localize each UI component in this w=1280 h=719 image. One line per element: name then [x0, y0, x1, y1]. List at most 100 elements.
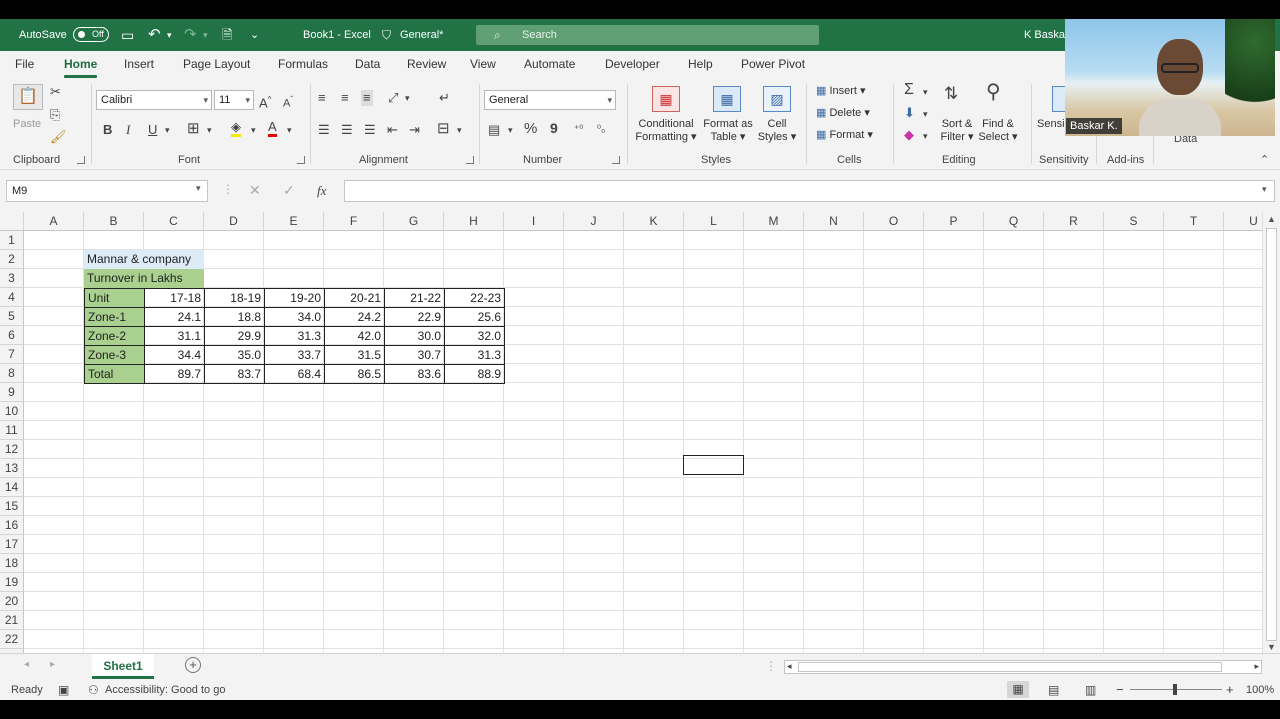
vertical-scroll-thumb[interactable]	[1266, 228, 1277, 641]
decrease-decimal-icon[interactable]: ⁰₀	[597, 122, 605, 138]
row-header-20[interactable]: 20	[0, 592, 24, 611]
format-as-table-icon[interactable]: ▦	[713, 86, 741, 112]
column-header-o[interactable]: O	[864, 212, 924, 231]
wrap-text-icon[interactable]: ↵	[439, 90, 450, 106]
expand-formula-bar-icon[interactable]: ▾	[1262, 184, 1267, 195]
value-cell[interactable]: 25.6	[444, 307, 505, 327]
user-name[interactable]: K Baskar	[1024, 19, 1069, 51]
undo-icon[interactable]: ↶	[148, 19, 161, 51]
zoom-in-icon[interactable]: +	[1226, 682, 1234, 697]
row-header-7[interactable]: 7	[0, 345, 24, 364]
sensitivity-icon[interactable]	[1052, 86, 1066, 112]
column-header-l[interactable]: L	[684, 212, 744, 231]
column-header-e[interactable]: E	[264, 212, 324, 231]
clear-dropdown-icon[interactable]: ▾	[923, 128, 928, 144]
autosum-icon[interactable]: Σ	[904, 82, 914, 98]
insert-cells-button[interactable]: ▦ Insert ▾	[816, 85, 866, 98]
save-icon[interactable]: ▭	[121, 19, 134, 51]
macro-record-icon[interactable]: ▣	[58, 683, 69, 697]
decrease-indent-icon[interactable]: ⇤	[387, 122, 398, 138]
value-cell[interactable]: 86.5	[324, 364, 385, 384]
enter-icon[interactable]: ✓	[283, 182, 295, 199]
accessibility-icon[interactable]: ⚇	[88, 683, 99, 697]
value-cell[interactable]: 42.0	[324, 326, 385, 346]
quick-access-doc-icon[interactable]: 🗎	[222, 19, 232, 51]
value-cell[interactable]: 34.0	[264, 307, 325, 327]
align-left-icon[interactable]: ☰	[318, 122, 330, 138]
delete-cells-button[interactable]: ▦ Delete ▾	[816, 107, 870, 120]
row-header-13[interactable]: 13	[0, 459, 24, 478]
row-header-14[interactable]: 14	[0, 478, 24, 497]
select-all-corner[interactable]	[0, 212, 24, 231]
value-cell[interactable]: 83.6	[384, 364, 445, 384]
column-header-p[interactable]: P	[924, 212, 984, 231]
copy-icon[interactable]: ⎘	[50, 107, 60, 123]
sort-filter-button[interactable]: Sort & Filter ▾	[937, 118, 977, 144]
cell-styles-button[interactable]: Cell Styles ▾	[754, 118, 800, 144]
comma-style-button[interactable]: 9	[550, 120, 558, 136]
active-cell-m13[interactable]	[683, 455, 744, 475]
row-header-6[interactable]: 6	[0, 326, 24, 345]
row-header-1[interactable]: 1	[0, 231, 24, 250]
column-header-g[interactable]: G	[384, 212, 444, 231]
row-header-10[interactable]: 10	[0, 402, 24, 421]
value-cell[interactable]: 35.0	[204, 345, 265, 365]
row-header-19[interactable]: 19	[0, 573, 24, 592]
fill-color-icon[interactable]: ◈	[231, 120, 241, 137]
row-label-cell[interactable]: Total	[84, 364, 145, 384]
vertical-scrollbar[interactable]: ▲ ▼	[1262, 212, 1280, 653]
zoom-level[interactable]: 100%	[1246, 684, 1274, 696]
cell-b2-title[interactable]: Mannar & company	[84, 250, 204, 270]
formula-input[interactable]	[344, 180, 1275, 202]
header-cell[interactable]: 20-21	[324, 288, 385, 308]
insert-function-button[interactable]: fx	[317, 183, 326, 199]
row-header-3[interactable]: 3	[0, 269, 24, 288]
decrease-font-icon[interactable]: Aˇ	[283, 92, 293, 112]
tab-file[interactable]: File	[15, 57, 34, 71]
value-cell[interactable]: 89.7	[144, 364, 205, 384]
increase-decimal-icon[interactable]: ⁺⁰	[574, 122, 583, 138]
merge-center-icon[interactable]: ⊟	[437, 121, 450, 137]
row-header-15[interactable]: 15	[0, 497, 24, 516]
find-select-icon[interactable]: ⚲	[986, 82, 1001, 102]
format-painter-icon[interactable]: 🖌	[50, 129, 67, 145]
collapse-ribbon-icon[interactable]: ⌃	[1260, 152, 1269, 168]
accounting-dropdown-icon[interactable]: ▾	[508, 122, 513, 138]
bold-button[interactable]: B	[103, 122, 112, 138]
autosave-toggle[interactable]: Off	[73, 27, 109, 42]
paste-icon[interactable]: 📋	[13, 84, 43, 110]
format-cells-button[interactable]: ▦ Format ▾	[816, 129, 873, 142]
value-cell[interactable]: 24.1	[144, 307, 205, 327]
column-header-i[interactable]: I	[504, 212, 564, 231]
prev-sheet-icon[interactable]: ◂	[24, 659, 29, 670]
number-format-select[interactable]: General	[484, 90, 616, 110]
value-cell[interactable]: 83.7	[204, 364, 265, 384]
page-layout-view-icon[interactable]: ▤	[1048, 683, 1059, 697]
tab-view[interactable]: View	[470, 57, 496, 71]
accounting-format-icon[interactable]: ▤	[488, 122, 500, 138]
column-header-d[interactable]: D	[204, 212, 264, 231]
increase-indent-icon[interactable]: ⇥	[409, 122, 420, 138]
column-header-s[interactable]: S	[1104, 212, 1164, 231]
column-header-h[interactable]: H	[444, 212, 504, 231]
horizontal-scroll-thumb[interactable]	[798, 662, 1222, 672]
value-cell[interactable]: 24.2	[324, 307, 385, 327]
fill-color-dropdown-icon[interactable]: ▾	[251, 122, 256, 138]
scroll-left-icon[interactable]: ◂	[787, 661, 792, 672]
borders-dropdown-icon[interactable]: ▾	[207, 122, 212, 138]
value-cell[interactable]: 18.8	[204, 307, 265, 327]
column-header-b[interactable]: B	[84, 212, 144, 231]
value-cell[interactable]: 22.9	[384, 307, 445, 327]
alignment-launcher-icon[interactable]	[466, 156, 474, 164]
percent-style-button[interactable]: %	[524, 121, 537, 137]
font-color-icon[interactable]: A	[268, 120, 277, 137]
row-label-cell[interactable]: Zone-2	[84, 326, 145, 346]
align-center-icon[interactable]: ☰	[341, 122, 353, 138]
value-cell[interactable]: 31.1	[144, 326, 205, 346]
name-box-dropdown-icon[interactable]: ▾	[196, 183, 201, 194]
column-header-k[interactable]: K	[624, 212, 684, 231]
header-cell[interactable]: 17-18	[144, 288, 205, 308]
tab-home[interactable]: Home	[64, 57, 98, 78]
row-header-12[interactable]: 12	[0, 440, 24, 459]
header-cell[interactable]: 19-20	[264, 288, 325, 308]
